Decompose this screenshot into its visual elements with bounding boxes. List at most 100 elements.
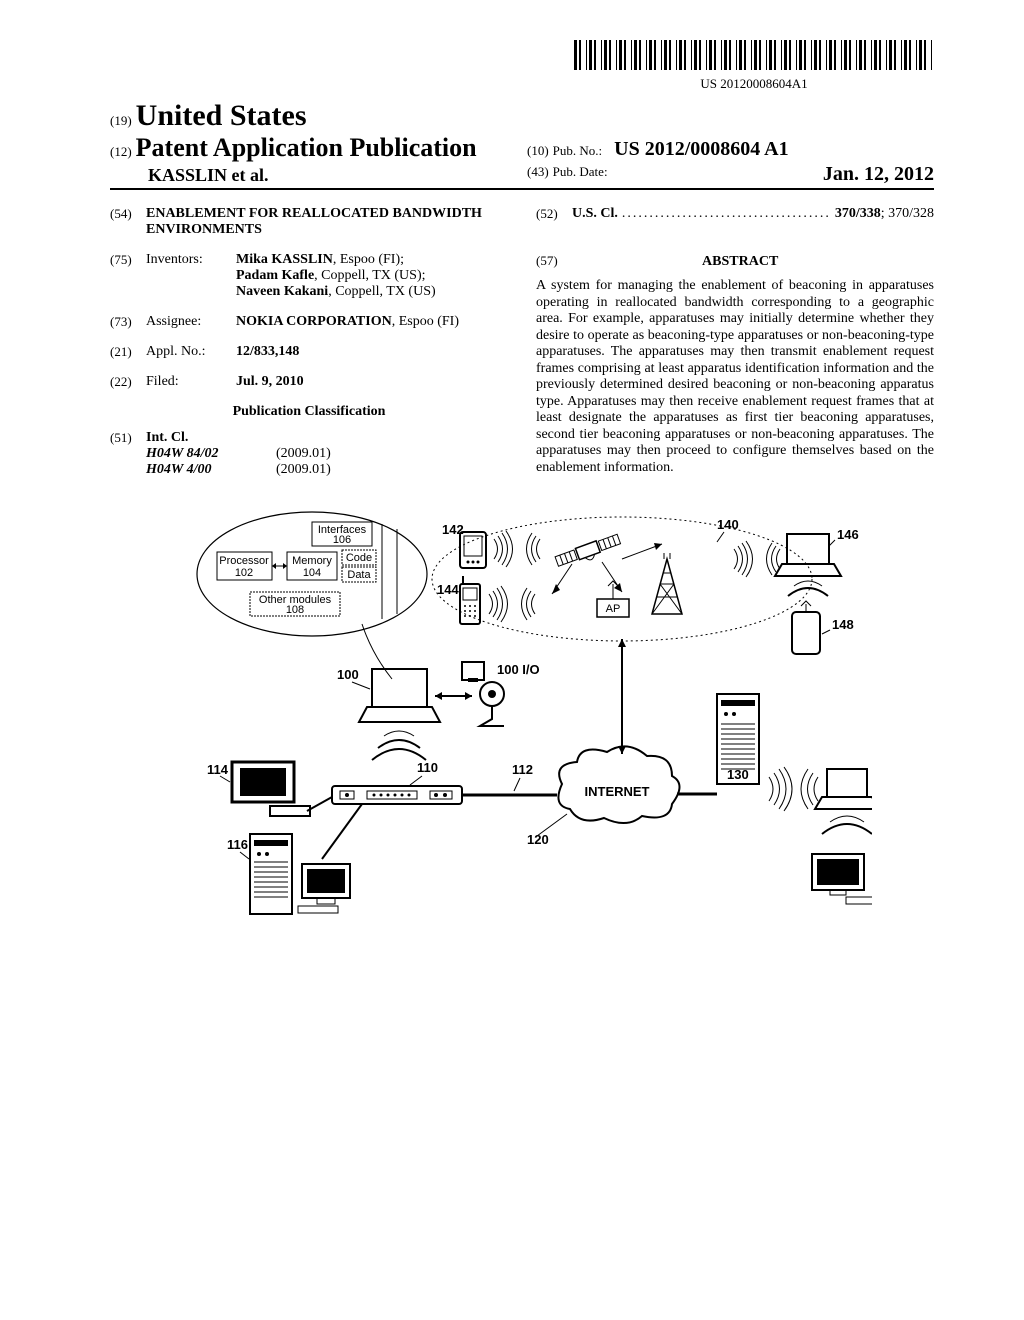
left-column: (54) ENABLEMENT FOR REALLOCATED BANDWIDT… <box>110 206 522 478</box>
inventors-label: Inventors: <box>146 252 236 300</box>
settop-box-icon <box>270 806 310 816</box>
filed-code: (22) <box>110 374 146 390</box>
intcl-code: (51) <box>110 430 146 446</box>
webcam-icon <box>480 682 504 726</box>
laptop-icon <box>815 769 872 809</box>
code-43: (43) <box>527 164 549 179</box>
uscl-label: U.S. Cl. <box>572 206 622 222</box>
fig-memory: Memory <box>292 555 332 567</box>
pubdate: Jan. 12, 2012 <box>823 163 934 186</box>
intcl-entry-code: H04W 4/00 <box>110 462 276 478</box>
barcode-block: US 20120008604A1 <box>110 40 934 93</box>
inventors-list: Mika KASSLIN, Espoo (FI); Padam Kafle, C… <box>236 252 508 300</box>
radio-waves-icon <box>494 531 513 567</box>
uscl-val: 370/338; 370/328 <box>835 206 934 222</box>
uscl-main: 370/338 <box>835 206 881 221</box>
radio-waves-icon <box>767 767 792 811</box>
radio-waves-icon <box>734 541 753 577</box>
filed-label: Filed: <box>146 374 236 390</box>
fig-142: 142 <box>442 522 464 537</box>
intcl-label: Int. Cl. <box>146 430 188 446</box>
server-icon <box>250 834 292 914</box>
inventor-loc: , Coppell, TX (US); <box>314 268 425 283</box>
fig-code: Code <box>346 552 372 564</box>
tower-icon <box>652 553 682 614</box>
fig-144: 144 <box>437 582 459 597</box>
fig-interfaces-n: 106 <box>333 534 351 546</box>
fig-120: 120 <box>527 832 549 847</box>
fig-116: 116 <box>227 837 248 852</box>
pubno-label: Pub. No.: <box>553 143 602 158</box>
assignee-loc: , Espoo (FI) <box>392 314 459 329</box>
barcode <box>574 40 934 70</box>
fig-data: Data <box>347 569 371 581</box>
tablet-icon <box>792 612 820 654</box>
applno: 12/833,148 <box>236 344 508 360</box>
uscl-code: (52) <box>536 206 572 222</box>
intcl-entry-date: (2009.01) <box>276 446 331 462</box>
abstract-label: ABSTRACT <box>561 254 919 270</box>
fig-memory-n: 104 <box>303 567 321 579</box>
abstract-text: A system for managing the enablement of … <box>536 278 934 476</box>
inventor-name: Mika KASSLIN <box>236 252 333 267</box>
tv-icon <box>232 762 294 802</box>
fig-130: 130 <box>727 767 749 782</box>
fig-processor-n: 102 <box>235 567 253 579</box>
router-icon <box>332 786 462 804</box>
intcl-entry-code: H04W 84/02 <box>110 446 276 462</box>
figure-svg: Interfaces 106 Processor 102 Memory 104 … <box>172 504 872 974</box>
intcl-row: H04W 84/02 (2009.01) <box>110 446 508 462</box>
desktop-icon <box>298 864 350 913</box>
fig-148: 148 <box>832 617 854 632</box>
right-column: (52) U.S. Cl. ..........................… <box>522 206 934 478</box>
invention-title: ENABLEMENT FOR REALLOCATED BANDWIDTH ENV… <box>146 206 508 238</box>
fig-other-n: 108 <box>286 604 304 616</box>
fig-110: 110 <box>417 760 438 775</box>
fig-ap: AP <box>606 603 621 615</box>
pda-icon <box>460 532 486 568</box>
abstract-code: (57) <box>536 253 558 268</box>
header: (19) United States (12) Patent Applicati… <box>110 99 934 190</box>
laptop-icon <box>775 534 841 576</box>
inventor-name: Padam Kafle <box>236 268 314 283</box>
content: (54) ENABLEMENT FOR REALLOCATED BANDWIDT… <box>110 206 934 478</box>
inventor-loc: , Espoo (FI); <box>333 252 404 267</box>
code-19: (19) <box>110 113 132 128</box>
fig-internet: INTERNET <box>585 784 650 799</box>
desktop-icon <box>812 854 872 904</box>
title-code: (54) <box>110 206 146 238</box>
barcode-number: US 20120008604A1 <box>574 76 934 92</box>
applno-label: Appl. No.: <box>146 344 236 360</box>
assignee-val: NOKIA CORPORATION, Espoo (FI) <box>236 314 508 330</box>
inventors-code: (75) <box>110 252 146 300</box>
fig-112: 112 <box>512 762 533 777</box>
fig-146: 146 <box>837 527 859 542</box>
phone-icon <box>460 576 480 624</box>
pub-class-heading: Publication Classification <box>110 404 508 420</box>
publication-type: Patent Application Publication <box>136 133 477 162</box>
applno-code: (21) <box>110 344 146 360</box>
radio-waves-icon <box>527 533 541 565</box>
code-12: (12) <box>110 144 132 159</box>
fig-100io: 100 I/O <box>497 662 540 677</box>
inventor-loc: , Coppell, TX (US) <box>328 284 435 299</box>
fig-114: 114 <box>207 762 229 777</box>
assignee-name: NOKIA CORPORATION <box>236 314 392 329</box>
assignee-label: Assignee: <box>146 314 236 330</box>
uscl-sec: ; 370/328 <box>881 206 934 221</box>
inventor-name: Naveen Kakani <box>236 284 328 299</box>
filed-date: Jul. 9, 2010 <box>236 374 508 390</box>
country: United States <box>136 99 307 132</box>
monitor-small-icon <box>462 662 484 680</box>
pubno: US 2012/0008604 A1 <box>606 138 788 160</box>
intcl-row: H04W 4/00 (2009.01) <box>110 462 508 478</box>
uscl-dots: ...................................... <box>622 206 835 222</box>
laptop-100-icon <box>359 669 440 722</box>
pubdate-label: Pub. Date: <box>553 164 608 179</box>
fig-140: 140 <box>717 517 739 532</box>
code-10: (10) <box>527 143 549 158</box>
satellite-icon <box>555 533 622 571</box>
fig-processor: Processor <box>219 555 269 567</box>
authors-line: KASSLIN et al. <box>110 165 517 186</box>
fig-100: 100 <box>337 667 359 682</box>
